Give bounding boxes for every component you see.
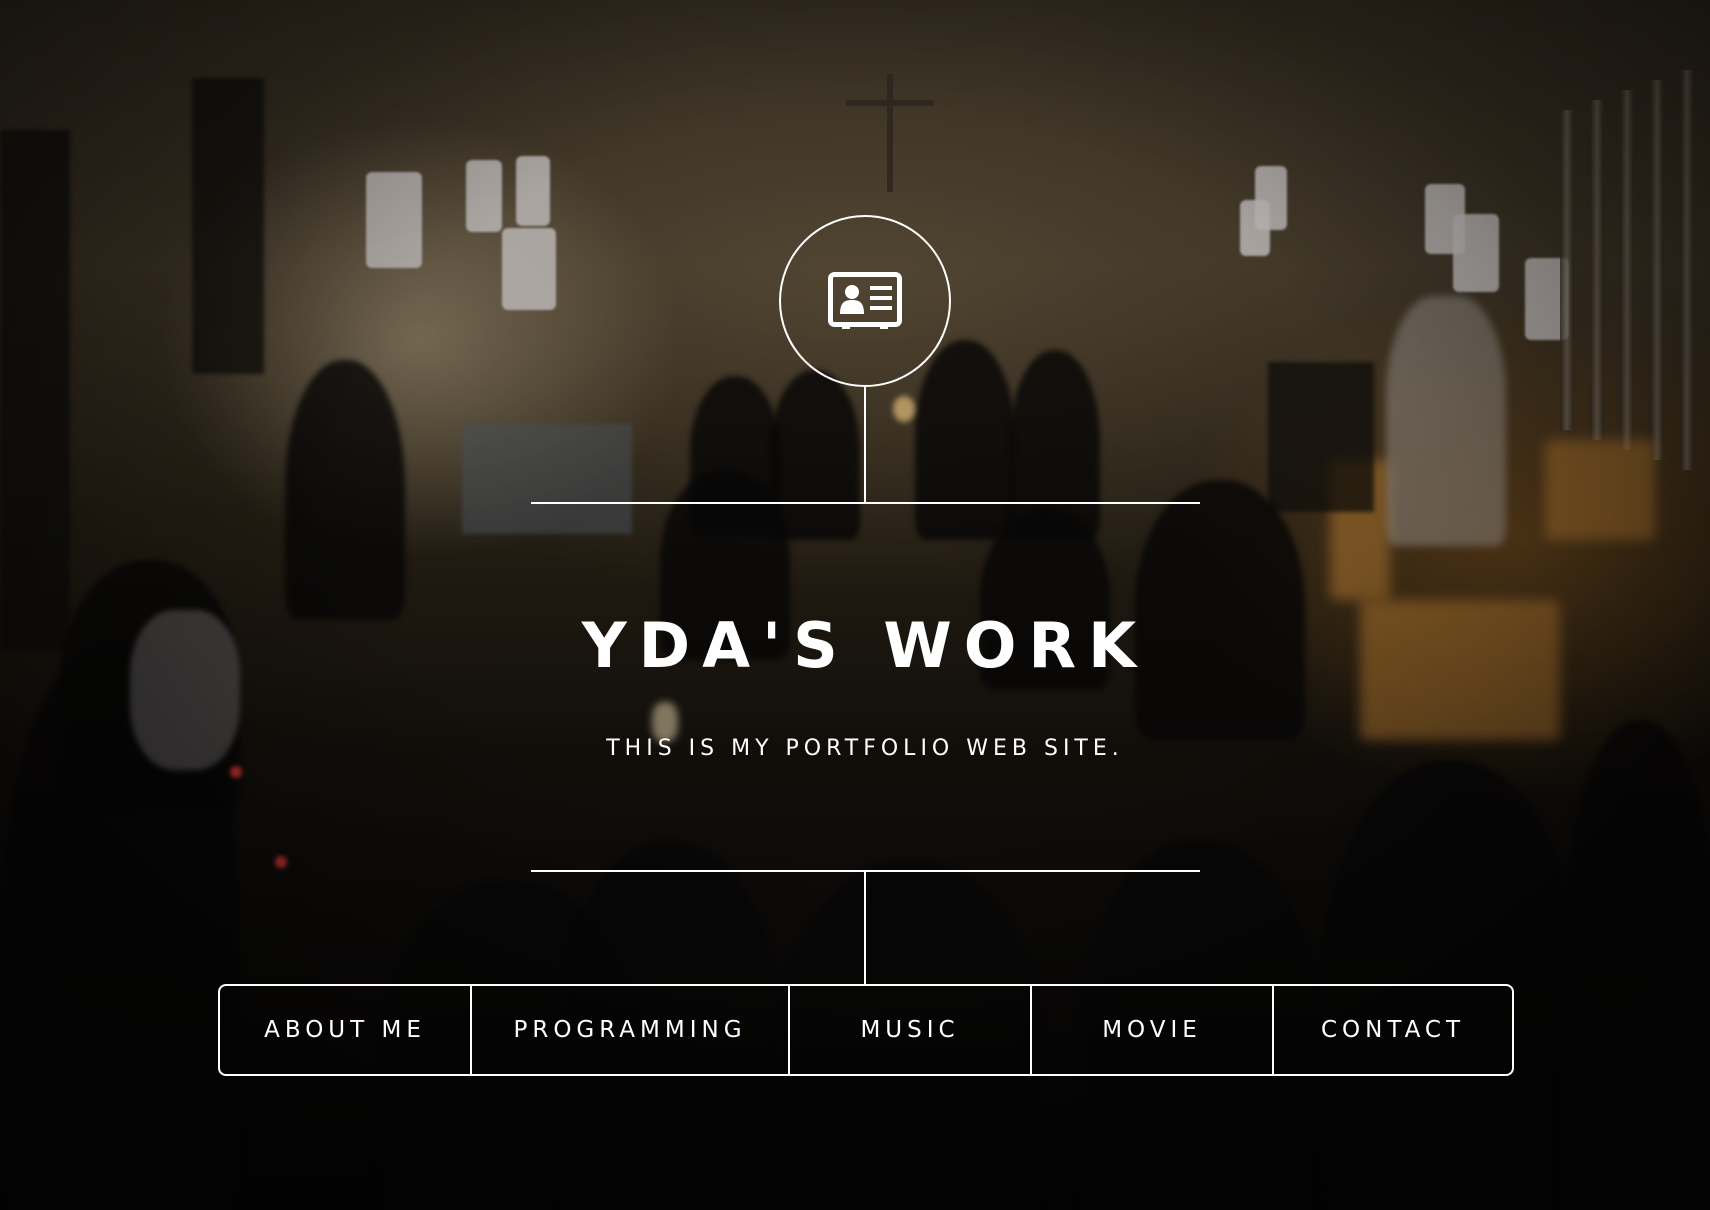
organ-console (1360, 600, 1560, 740)
connector-line (864, 387, 866, 502)
candle-light (893, 396, 915, 422)
musician-silhouette (915, 340, 1015, 540)
wall-lamp (366, 172, 422, 268)
musician-silhouette (285, 360, 405, 620)
cloth (1386, 296, 1506, 546)
id-card-icon (828, 272, 902, 330)
organ-pipe (1560, 110, 1574, 430)
organ-pipe (1680, 70, 1694, 470)
musician-silhouette (770, 370, 860, 540)
wall-panel (0, 130, 70, 650)
connector-line (864, 870, 866, 984)
organ-pipe (1590, 100, 1604, 440)
piano (462, 424, 632, 534)
hero-section: YDA'S WORK THIS IS MY PORTFOLIO WEB SITE… (0, 0, 1710, 1210)
nav-about-me[interactable]: ABOUT ME (220, 986, 470, 1074)
wall-lamp (1240, 200, 1270, 256)
site-subtitle: THIS IS MY PORTFOLIO WEB SITE. (606, 736, 1124, 761)
candle-light (275, 856, 287, 868)
divider-line-top (531, 502, 1200, 504)
nav-movie[interactable]: MOVIE (1030, 986, 1272, 1074)
wall-lamp (466, 160, 502, 232)
wall-lamp (1453, 214, 1499, 292)
nav-programming[interactable]: PROGRAMMING (470, 986, 788, 1074)
candle-light (230, 766, 242, 778)
cross (846, 100, 934, 106)
wall-lamp (502, 228, 556, 310)
speaker (1268, 362, 1374, 512)
organ-pipe (1650, 80, 1664, 460)
site-title: YDA'S WORK (581, 609, 1149, 682)
logo-circle (779, 215, 951, 387)
cross (887, 74, 893, 192)
wall-lamp (516, 156, 550, 226)
nav-music[interactable]: MUSIC (788, 986, 1030, 1074)
audience-silhouette (130, 610, 240, 770)
wall-panel (192, 78, 264, 374)
main-nav: ABOUT ME PROGRAMMING MUSIC MOVIE CONTACT (218, 984, 1514, 1076)
organ-console (1545, 440, 1655, 540)
organ-pipe (1620, 90, 1634, 450)
audience-silhouette (1560, 720, 1710, 1210)
nav-contact[interactable]: CONTACT (1272, 986, 1512, 1074)
